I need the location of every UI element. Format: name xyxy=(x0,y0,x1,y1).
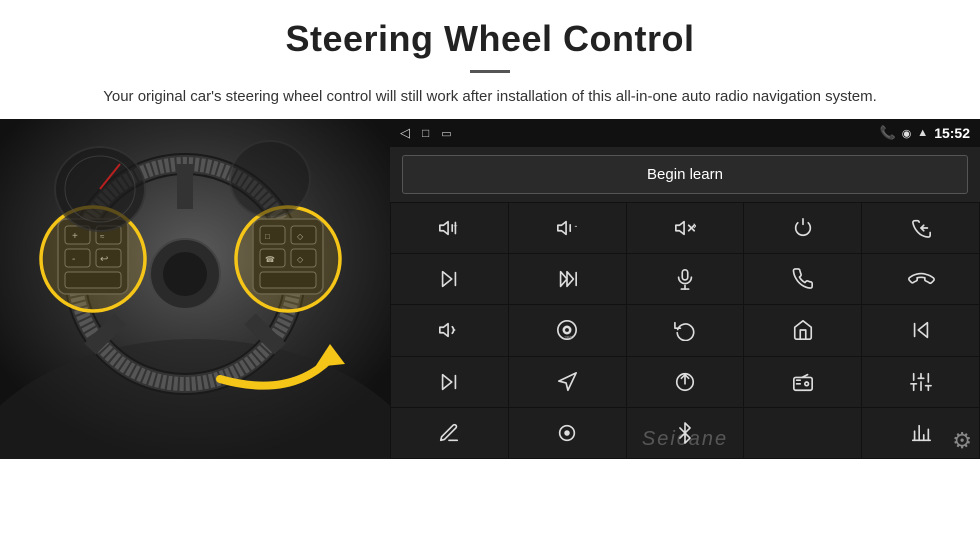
rewind-cell[interactable] xyxy=(862,305,979,355)
skip-fwd-cell[interactable] xyxy=(391,357,508,407)
steering-wheel-panel: + ≈ - ↩ □ ◇ ☎ ◇ xyxy=(0,119,390,459)
status-left: ◁ □ ▭ xyxy=(400,125,452,141)
settings-gear-icon[interactable]: ⚙ xyxy=(952,428,972,454)
home-cell[interactable] xyxy=(744,305,861,355)
svg-text:-: - xyxy=(575,221,578,231)
cam-360-cell[interactable]: 360° xyxy=(509,305,626,355)
time-display: 15:52 xyxy=(934,125,970,141)
nav-cell[interactable] xyxy=(509,357,626,407)
vol-up-cell[interactable]: + xyxy=(391,203,508,253)
back-icon[interactable]: ◁ xyxy=(400,125,410,141)
horn-cell[interactable] xyxy=(391,305,508,355)
music-cell[interactable] xyxy=(744,408,861,458)
page-container: Steering Wheel Control Your original car… xyxy=(0,0,980,459)
status-right: 📞 ◉ ▲ 15:52 xyxy=(880,125,971,141)
svg-text:✕: ✕ xyxy=(692,222,696,231)
icon-grid: + - ✕ xyxy=(390,202,980,459)
mute-cell[interactable]: ✕ xyxy=(627,203,744,253)
content-row: + ≈ - ↩ □ ◇ ☎ ◇ xyxy=(0,119,980,459)
status-bar: ◁ □ ▭ 📞 ◉ ▲ 15:52 xyxy=(390,119,980,147)
home-icon[interactable]: □ xyxy=(422,126,429,140)
hang-up-cell[interactable] xyxy=(862,254,979,304)
begin-learn-row: Begin learn xyxy=(390,147,980,202)
subtitle: Your original car's steering wheel contr… xyxy=(100,85,880,109)
radio-cell[interactable] xyxy=(744,357,861,407)
location-icon: ◉ xyxy=(902,127,912,140)
steering-wheel-image: + ≈ - ↩ □ ◇ ☎ ◇ xyxy=(0,119,390,459)
title-divider xyxy=(470,70,510,73)
phone-prev-cell[interactable] xyxy=(862,203,979,253)
svg-text:+: + xyxy=(454,221,458,230)
vol-down-cell[interactable]: - xyxy=(509,203,626,253)
pen-cell[interactable] xyxy=(391,408,508,458)
wifi-icon: ▲ xyxy=(917,127,928,139)
power-cell[interactable] xyxy=(744,203,861,253)
record-cell[interactable] xyxy=(509,408,626,458)
page-title: Steering Wheel Control xyxy=(60,18,920,60)
eq-cell[interactable] xyxy=(862,357,979,407)
back-cell[interactable] xyxy=(627,305,744,355)
fast-fwd-cell[interactable] xyxy=(509,254,626,304)
svg-text:360°: 360° xyxy=(564,336,574,341)
phone-status-icon: 📞 xyxy=(880,125,896,141)
mic-cell[interactable] xyxy=(627,254,744,304)
next-cell[interactable] xyxy=(391,254,508,304)
bluetooth-cell[interactable] xyxy=(627,408,744,458)
begin-learn-button[interactable]: Begin learn xyxy=(402,155,968,194)
phone-cell[interactable] xyxy=(744,254,861,304)
header-section: Steering Wheel Control Your original car… xyxy=(0,0,980,119)
eject-cell[interactable] xyxy=(627,357,744,407)
recent-icon[interactable]: ▭ xyxy=(441,127,451,140)
android-hu-panel: ◁ □ ▭ 📞 ◉ ▲ 15:52 Begin learn + xyxy=(390,119,980,459)
